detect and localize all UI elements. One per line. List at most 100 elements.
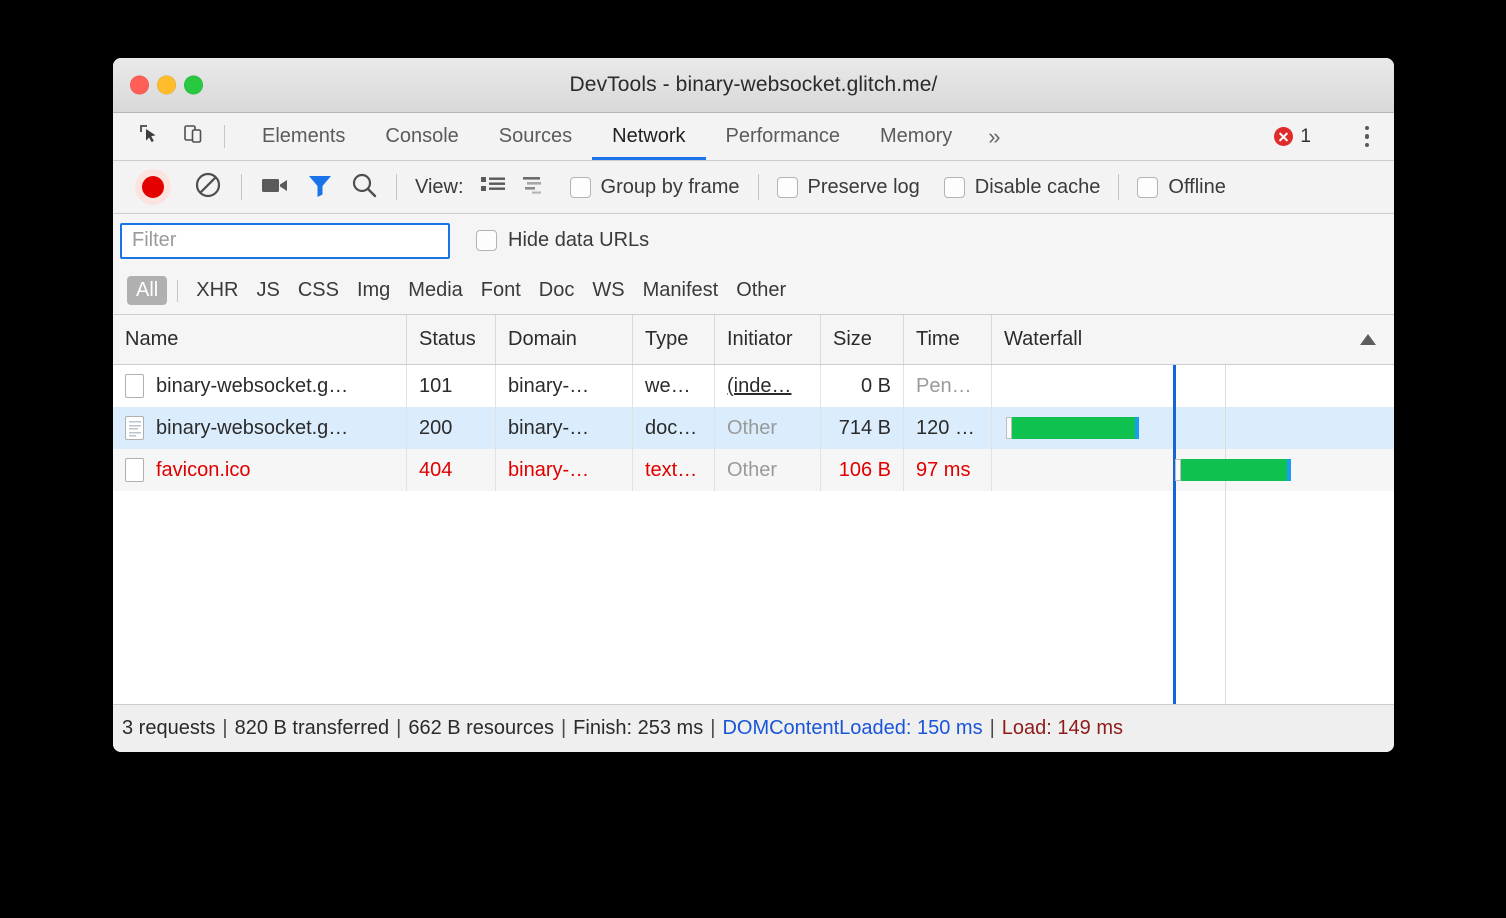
- type-filter-doc[interactable]: Doc: [530, 276, 584, 305]
- offline-checkbox[interactable]: Offline: [1137, 176, 1225, 199]
- cell-domain: binary-…: [496, 365, 633, 407]
- table-body: binary-websocket.g… 101 binary-… we… (in…: [113, 365, 1394, 704]
- column-header-waterfall[interactable]: Waterfall: [992, 315, 1394, 364]
- preserve-log-checkbox[interactable]: Preserve log: [777, 176, 920, 199]
- status-separator: |: [554, 717, 573, 740]
- column-label: Name: [125, 328, 178, 351]
- type-filter-other[interactable]: Other: [727, 276, 795, 305]
- group-by-frame-checkbox[interactable]: Group by frame: [570, 176, 740, 199]
- column-label: Initiator: [727, 328, 793, 351]
- screen: DevTools - binary-websocket.glitch.me/: [0, 0, 1506, 918]
- tab-console[interactable]: Console: [365, 113, 478, 160]
- minimize-window-button[interactable]: [157, 76, 176, 95]
- request-name: favicon.ico: [156, 459, 251, 482]
- type-filter-img[interactable]: Img: [348, 276, 399, 305]
- type-filter-ws[interactable]: WS: [583, 276, 633, 305]
- column-header-initiator[interactable]: Initiator: [715, 315, 821, 364]
- inspect-element-button[interactable]: [127, 113, 171, 160]
- cell-time: 97 ms: [904, 449, 992, 491]
- type-filter-manifest[interactable]: Manifest: [634, 276, 728, 305]
- panel-tabs: Elements Console Sources Network Perform…: [242, 113, 1016, 160]
- table-row[interactable]: favicon.ico 404 binary-… text… Other 106…: [113, 449, 1394, 491]
- column-label: Time: [916, 328, 960, 351]
- error-count-badge[interactable]: 1: [1274, 126, 1321, 148]
- type-filter-js[interactable]: JS: [247, 276, 288, 305]
- devtools-window: DevTools - binary-websocket.glitch.me/: [113, 58, 1394, 752]
- filter-input[interactable]: [120, 223, 450, 259]
- device-toolbar-icon: [182, 123, 204, 150]
- tab-label: Console: [385, 125, 458, 148]
- resource-type-filters: All XHR JS CSS Img Media Font Doc WS Man…: [113, 267, 1394, 315]
- more-tabs-button[interactable]: »: [972, 113, 1016, 160]
- type-filter-css[interactable]: CSS: [289, 276, 348, 305]
- column-header-type[interactable]: Type: [633, 315, 715, 364]
- column-label: Domain: [508, 328, 577, 351]
- type-filter-all[interactable]: All: [127, 276, 167, 305]
- chip-label: Font: [481, 279, 521, 301]
- column-header-status[interactable]: Status: [407, 315, 496, 364]
- waterfall-view-icon: [522, 175, 550, 200]
- cell-initiator: Other: [715, 407, 821, 449]
- cell-type: we…: [633, 365, 715, 407]
- column-header-name[interactable]: Name: [113, 315, 407, 364]
- type-filter-xhr[interactable]: XHR: [187, 276, 247, 305]
- hide-data-urls-checkbox[interactable]: Hide data URLs: [476, 229, 649, 252]
- toolbar-divider-3: [758, 174, 759, 200]
- traffic-lights: [130, 76, 203, 95]
- tab-sources[interactable]: Sources: [479, 113, 592, 160]
- domain-value: binary-…: [508, 417, 589, 440]
- network-toolbar: View:: [113, 161, 1394, 214]
- cell-size: 106 B: [821, 449, 904, 491]
- cell-size: 714 B: [821, 407, 904, 449]
- tab-network[interactable]: Network: [592, 113, 705, 160]
- tab-label: Network: [612, 125, 685, 148]
- cell-waterfall: [992, 365, 1394, 407]
- tab-performance[interactable]: Performance: [706, 113, 861, 160]
- table-header-row: Name Status Domain Type Initiator Size T…: [113, 315, 1394, 365]
- initiator-link[interactable]: (inde…: [727, 375, 791, 398]
- device-toolbar-button[interactable]: [171, 113, 215, 160]
- disable-cache-checkbox[interactable]: Disable cache: [944, 176, 1101, 199]
- chip-label: XHR: [196, 279, 238, 301]
- filter-toggle-button[interactable]: [306, 172, 334, 203]
- clear-button[interactable]: [193, 170, 223, 205]
- list-view-icon: [480, 175, 506, 200]
- view-list-button[interactable]: [480, 175, 506, 200]
- request-name: binary-websocket.g…: [156, 375, 348, 398]
- search-button[interactable]: [350, 171, 378, 204]
- chip-divider: [177, 280, 178, 302]
- table-row[interactable]: binary-websocket.g… 101 binary-… we… (in…: [113, 365, 1394, 407]
- cell-name: binary-websocket.g…: [113, 407, 407, 449]
- checkbox-label: Disable cache: [975, 176, 1101, 199]
- capture-screenshots-button[interactable]: [260, 173, 290, 202]
- tabstrip-divider: [224, 125, 225, 148]
- table-row[interactable]: binary-websocket.g… 200 binary-… doc… Ot…: [113, 407, 1394, 449]
- tab-memory[interactable]: Memory: [860, 113, 972, 160]
- kebab-menu-icon[interactable]: [1340, 126, 1382, 148]
- zoom-window-button[interactable]: [184, 76, 203, 95]
- type-filter-font[interactable]: Font: [472, 276, 530, 305]
- view-waterfall-button[interactable]: [522, 175, 550, 200]
- tabstrip-right-controls: 1: [1274, 113, 1394, 160]
- type-filter-media[interactable]: Media: [399, 276, 471, 305]
- status-value: 404: [419, 459, 452, 482]
- resources-size: 662 B resources: [408, 717, 554, 740]
- domain-value: binary-…: [508, 375, 589, 398]
- toolbar-divider-1: [241, 174, 242, 200]
- ascending-triangle-icon: [1360, 334, 1376, 345]
- chip-label: JS: [256, 279, 279, 301]
- dom-content-loaded-time: DOMContentLoaded: 150 ms: [722, 717, 982, 740]
- cell-name: binary-websocket.g…: [113, 365, 407, 407]
- record-button[interactable]: [135, 169, 171, 205]
- cell-type: doc…: [633, 407, 715, 449]
- network-status-bar: 3 requests | 820 B transferred | 662 B r…: [113, 704, 1394, 752]
- column-header-domain[interactable]: Domain: [496, 315, 633, 364]
- tab-elements[interactable]: Elements: [242, 113, 365, 160]
- screenshot-camera-icon: [260, 173, 290, 202]
- checkbox-label: Offline: [1168, 176, 1225, 199]
- chip-label: Manifest: [643, 279, 719, 301]
- checkbox-label: Hide data URLs: [508, 229, 649, 252]
- column-header-size[interactable]: Size: [821, 315, 904, 364]
- column-header-time[interactable]: Time: [904, 315, 992, 364]
- close-window-button[interactable]: [130, 76, 149, 95]
